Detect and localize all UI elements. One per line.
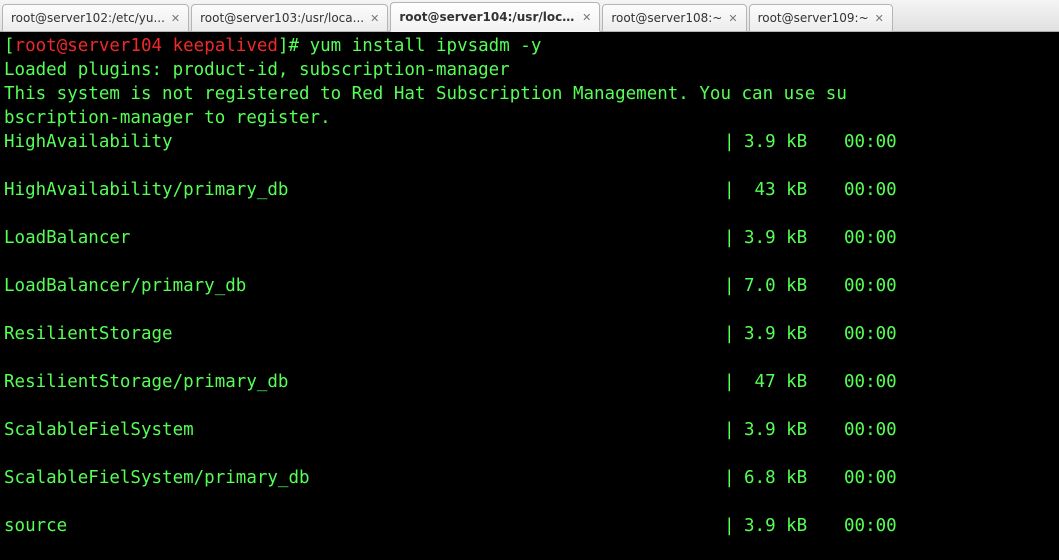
repo-time: 00:00 <box>844 514 924 538</box>
repo-sep: | <box>724 178 744 202</box>
repo-name: LoadBalancer/primary_db <box>4 274 724 298</box>
repo-row: ScalableFielSystem/primary_db|6.8 kB00:0… <box>4 466 1055 490</box>
output-line: Loaded plugins: product-id, subscription… <box>4 60 510 80</box>
tab-label: root@server102:/etc/yu... <box>11 11 165 25</box>
command-text: yum install ipvsadm -y <box>299 36 541 56</box>
close-icon[interactable]: ✕ <box>875 12 884 25</box>
repo-sep: | <box>724 130 744 154</box>
repo-name: ResilientStorage <box>4 322 724 346</box>
tab-server108[interactable]: root@server108:~ ✕ <box>602 4 746 32</box>
repo-sep: | <box>724 322 744 346</box>
terminal[interactable]: [root@server104 keepalived]# yum install… <box>0 32 1059 560</box>
repo-size: 47 kB <box>744 370 844 394</box>
repo-time: 00:00 <box>844 418 924 442</box>
repo-size: 3.9 kB <box>744 130 844 154</box>
tab-bar: root@server102:/etc/yu... ✕ root@server1… <box>0 0 1059 32</box>
repo-name: HighAvailability <box>4 130 724 154</box>
repo-time: 00:00 <box>844 130 924 154</box>
repo-name: HighAvailability/primary_db <box>4 178 724 202</box>
repo-time: 00:00 <box>844 466 924 490</box>
repo-name: LoadBalancer <box>4 226 724 250</box>
repo-row: source|3.9 kB00:00 <box>4 514 1055 538</box>
repo-sep: | <box>724 274 744 298</box>
tab-server109[interactable]: root@server109:~ ✕ <box>749 4 893 32</box>
repo-sep: | <box>724 370 744 394</box>
tab-label: root@server104:/usr/loca... <box>399 10 576 24</box>
repo-row: LoadBalancer/primary_db|7.0 kB00:00 <box>4 274 1055 298</box>
repo-sep: | <box>724 226 744 250</box>
repo-row: HighAvailability/primary_db| 43 kB00:00 <box>4 178 1055 202</box>
repo-row: ScalableFielSystem|3.9 kB00:00 <box>4 418 1055 442</box>
repo-time: 00:00 <box>844 370 924 394</box>
repo-size: 3.9 kB <box>744 514 844 538</box>
repo-row: HighAvailability|3.9 kB00:00 <box>4 130 1055 154</box>
repo-sep: | <box>724 514 744 538</box>
prompt-close: ]# <box>278 36 299 56</box>
close-icon[interactable]: ✕ <box>370 12 379 25</box>
repo-time: 00:00 <box>844 274 924 298</box>
repo-time: 00:00 <box>844 226 924 250</box>
repo-size: 43 kB <box>744 178 844 202</box>
repo-row: ResilientStorage|3.9 kB00:00 <box>4 322 1055 346</box>
repo-size: 7.0 kB <box>744 274 844 298</box>
repo-row: LoadBalancer|3.9 kB00:00 <box>4 226 1055 250</box>
repo-time: 00:00 <box>844 322 924 346</box>
prompt-open: [ <box>4 36 15 56</box>
close-icon[interactable]: ✕ <box>171 12 180 25</box>
prompt-user: root@server104 keepalived <box>15 36 278 56</box>
repo-sep: | <box>724 466 744 490</box>
repo-row: ResilientStorage/primary_db| 47 kB00:00 <box>4 370 1055 394</box>
close-icon[interactable]: ✕ <box>582 11 591 24</box>
output-line: bscription-manager to register. <box>4 108 331 128</box>
tab-label: root@server103:/usr/loca... <box>200 11 364 25</box>
repo-size: 3.9 kB <box>744 418 844 442</box>
repo-size: 3.9 kB <box>744 226 844 250</box>
output-line: This system is not registered to Red Hat… <box>4 84 847 104</box>
tab-server103[interactable]: root@server103:/usr/loca... ✕ <box>191 4 388 32</box>
close-icon[interactable]: ✕ <box>728 12 737 25</box>
prompt-line: [root@server104 keepalived]# yum install… <box>4 36 541 56</box>
repo-size: 6.8 kB <box>744 466 844 490</box>
repo-size: 3.9 kB <box>744 322 844 346</box>
tab-label: root@server108:~ <box>611 11 722 25</box>
tab-server102[interactable]: root@server102:/etc/yu... ✕ <box>2 4 189 32</box>
repo-name: ScalableFielSystem/primary_db <box>4 466 724 490</box>
tab-server104[interactable]: root@server104:/usr/loca... ✕ <box>390 2 600 32</box>
repo-sep: | <box>724 418 744 442</box>
repo-name: ResilientStorage/primary_db <box>4 370 724 394</box>
tab-label: root@server109:~ <box>758 11 869 25</box>
repo-name: ScalableFielSystem <box>4 418 724 442</box>
repo-time: 00:00 <box>844 178 924 202</box>
repo-name: source <box>4 514 724 538</box>
